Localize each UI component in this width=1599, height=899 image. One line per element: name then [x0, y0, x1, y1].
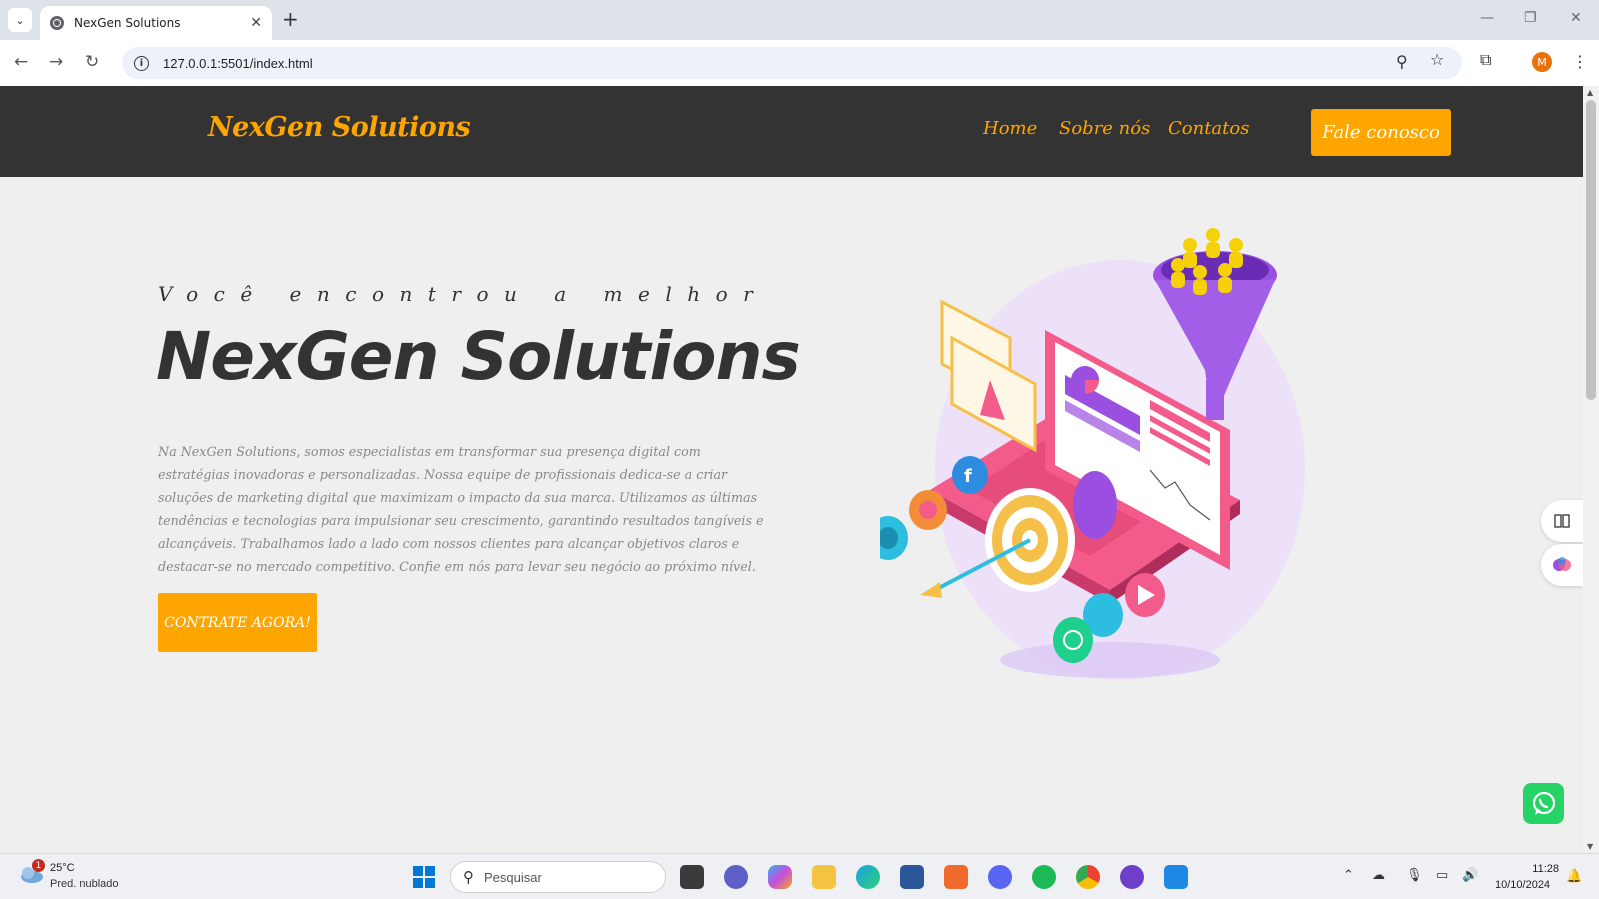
- teams-icon[interactable]: [724, 865, 748, 889]
- page-viewport: NexGen Solutions Home Sobre nós Contatos…: [0, 86, 1583, 853]
- scroll-up-icon[interactable]: ▲: [1587, 88, 1593, 97]
- copilot-icon[interactable]: [768, 865, 792, 889]
- hero-description: Na NexGen Solutions, somos especialistas…: [158, 444, 764, 574]
- spotify-icon[interactable]: [1032, 865, 1056, 889]
- contact-us-button[interactable]: Fale conosco: [1311, 109, 1451, 156]
- nav-link-contatos[interactable]: Contatos: [1168, 118, 1249, 139]
- store-icon[interactable]: [900, 865, 924, 889]
- volume-icon[interactable]: 🔊: [1462, 868, 1478, 883]
- tab-title: NexGen Solutions: [74, 16, 181, 30]
- hire-now-button[interactable]: CONTRATE AGORA!: [158, 593, 317, 652]
- page-scrollbar[interactable]: ▲ ▼: [1583, 86, 1599, 853]
- browser-tab[interactable]: NexGen Solutions ✕: [40, 6, 272, 40]
- close-tab-icon[interactable]: ✕: [250, 15, 262, 31]
- ai-assistant-icon[interactable]: [1541, 544, 1583, 586]
- browser-toolbar: ← → ↻ i 127.0.0.1:5501/index.html ⚲ ☆ ⧉ …: [0, 40, 1599, 86]
- tab-search-icon[interactable]: ⌄: [8, 8, 32, 32]
- close-window-icon[interactable]: ✕: [1570, 10, 1582, 26]
- file-explorer-icon[interactable]: [812, 865, 836, 889]
- address-bar[interactable]: i 127.0.0.1:5501/index.html: [122, 47, 1462, 79]
- profile-avatar[interactable]: M: [1532, 52, 1552, 72]
- github-desktop-icon[interactable]: [1120, 865, 1144, 889]
- whatsapp-icon[interactable]: [1523, 783, 1564, 824]
- svg-text:f: f: [964, 466, 972, 487]
- discord-icon[interactable]: [988, 865, 1012, 889]
- search-placeholder: Pesquisar: [484, 869, 542, 885]
- weather-badge: 1: [32, 859, 45, 872]
- edge-icon[interactable]: [856, 865, 880, 889]
- reload-icon[interactable]: ↻: [85, 52, 99, 72]
- nav-link-home[interactable]: Home: [983, 118, 1037, 139]
- network-icon[interactable]: ▭: [1436, 868, 1448, 883]
- windows-start-icon[interactable]: [413, 866, 435, 888]
- new-tab-icon[interactable]: +: [282, 9, 299, 29]
- weather-temperature[interactable]: 25°C: [50, 862, 75, 874]
- minimize-icon[interactable]: —: [1480, 10, 1494, 26]
- hero-pretitle: Você encontrou a melhor: [158, 282, 769, 306]
- chevron-up-icon[interactable]: ⌃: [1343, 868, 1354, 883]
- bookmark-star-icon[interactable]: ☆: [1430, 50, 1444, 69]
- xampp-icon[interactable]: [944, 865, 968, 889]
- zoom-icon[interactable]: ⚲: [1396, 52, 1408, 71]
- vscode-icon[interactable]: [1164, 865, 1188, 889]
- marketing-illustration: f: [880, 228, 1305, 680]
- onedrive-icon[interactable]: ☁: [1372, 868, 1385, 883]
- restore-icon[interactable]: ❐: [1524, 10, 1537, 26]
- forward-arrow-icon[interactable]: →: [49, 52, 63, 72]
- windows-taskbar: 1 25°C Pred. nublado ⚲ Pesquisar ⌃ ☁ 🎙 ▭…: [0, 853, 1599, 899]
- notification-bell-icon[interactable]: 🔔: [1566, 869, 1582, 884]
- scroll-down-icon[interactable]: ▼: [1587, 842, 1593, 851]
- weather-description[interactable]: Pred. nublado: [50, 878, 119, 890]
- site-header: NexGen Solutions Home Sobre nós Contatos…: [0, 86, 1583, 177]
- taskbar-search[interactable]: ⚲ Pesquisar: [450, 861, 666, 893]
- search-icon: ⚲: [463, 868, 474, 886]
- reading-mode-icon[interactable]: [1541, 500, 1583, 542]
- back-arrow-icon[interactable]: ←: [14, 52, 28, 72]
- microphone-icon[interactable]: 🎙: [1406, 868, 1423, 883]
- scrollbar-thumb[interactable]: [1586, 100, 1596, 400]
- extensions-icon[interactable]: ⧉: [1480, 50, 1491, 70]
- hero-title: NexGen Solutions: [156, 318, 801, 395]
- task-view-icon[interactable]: [680, 865, 704, 889]
- nav-link-sobre[interactable]: Sobre nós: [1059, 118, 1150, 139]
- url-text: 127.0.0.1:5501/index.html: [163, 55, 313, 71]
- clock-time[interactable]: 11:28: [1529, 863, 1559, 875]
- globe-icon: [50, 16, 64, 30]
- chrome-icon[interactable]: [1076, 865, 1100, 889]
- site-info-icon[interactable]: i: [134, 55, 149, 71]
- browser-tab-bar: ⌄ NexGen Solutions ✕ + — ❐ ✕: [0, 0, 1599, 40]
- site-logo[interactable]: NexGen Solutions: [208, 112, 471, 143]
- browser-menu-icon[interactable]: ⋮: [1572, 52, 1588, 71]
- clock-date[interactable]: 10/10/2024: [1495, 879, 1550, 891]
